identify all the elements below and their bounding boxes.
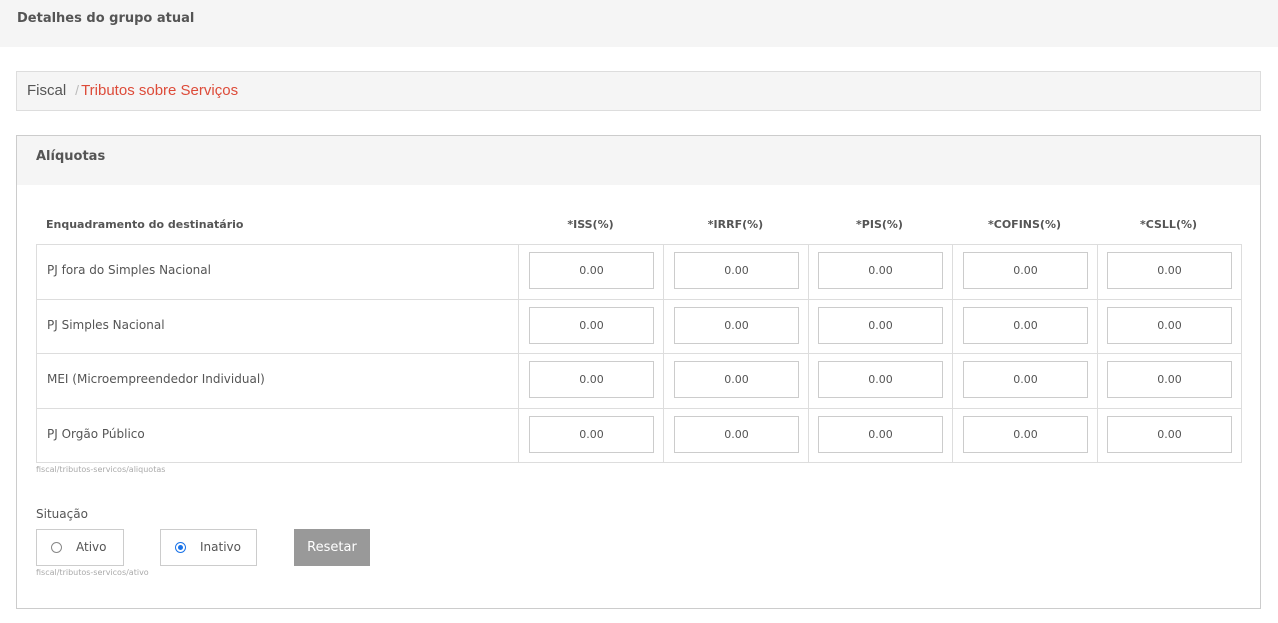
cell-cofins [953, 354, 1098, 409]
radio-checked-icon [175, 542, 186, 553]
cell-irrf [664, 408, 809, 463]
panel-heading: Alíquotas [17, 136, 1260, 185]
panel-title: Alíquotas [36, 149, 106, 164]
radio-inativo-label: Inativo [200, 540, 241, 554]
status-path-hint: fiscal/tributos-servicos/ativo [36, 568, 149, 577]
row-label-cell: PJ fora do Simples Nacional [37, 245, 519, 300]
table-row: PJ fora do Simples Nacional [37, 245, 1242, 300]
table-row: MEI (Microempreendedor Individual) [37, 354, 1242, 409]
breadcrumb: Fiscal / Tributos sobre Serviços [16, 71, 1261, 111]
cell-csll [1097, 299, 1242, 354]
column-header-pis: *PIS(%) [856, 218, 903, 231]
cell-cofins [953, 408, 1098, 463]
radio-ativo-label: Ativo [76, 540, 107, 554]
cofins-input[interactable] [963, 361, 1088, 398]
row-label-cell: MEI (Microempreendedor Individual) [37, 354, 519, 409]
pis-input[interactable] [818, 252, 943, 289]
cell-iss [519, 299, 664, 354]
table-row: PJ Orgão Público [37, 408, 1242, 463]
cell-iss [519, 354, 664, 409]
cell-pis [808, 299, 953, 354]
irrf-input[interactable] [674, 415, 799, 453]
page-title: Detalhes do grupo atual [17, 11, 195, 26]
cell-pis [808, 245, 953, 300]
breadcrumb-root[interactable]: Fiscal [27, 82, 66, 99]
table-row: PJ Simples Nacional [37, 299, 1242, 354]
cell-irrf [664, 245, 809, 300]
cell-pis [808, 408, 953, 463]
column-header-cofins: *COFINS(%) [988, 218, 1061, 231]
cell-csll [1097, 245, 1242, 300]
row-label: PJ Orgão Público [47, 426, 145, 441]
irrf-input[interactable] [674, 252, 799, 289]
pis-input[interactable] [818, 306, 943, 344]
iss-input[interactable] [529, 306, 654, 344]
cofins-input[interactable] [963, 252, 1088, 289]
cell-csll [1097, 408, 1242, 463]
row-label: PJ Simples Nacional [47, 317, 165, 332]
aliquotas-path-hint: fiscal/tributos-servicos/aliquotas [36, 465, 166, 474]
status-label: Situação [36, 507, 88, 521]
reset-button[interactable]: Resetar [294, 529, 370, 566]
cell-irrf [664, 354, 809, 409]
irrf-input[interactable] [674, 361, 799, 398]
radio-inativo[interactable]: Inativo [160, 529, 257, 566]
radio-unchecked-icon [51, 542, 62, 553]
iss-input[interactable] [529, 252, 654, 289]
breadcrumb-current: Tributos sobre Serviços [81, 82, 239, 99]
aliquotas-panel: Alíquotas Enquadramento do destinatário … [16, 135, 1261, 609]
column-header-enquadramento: Enquadramento do destinatário [46, 218, 244, 231]
column-header-csll: *CSLL(%) [1139, 218, 1198, 231]
pis-input[interactable] [818, 361, 943, 398]
page-header: Detalhes do grupo atual [0, 0, 1278, 47]
cell-pis [808, 354, 953, 409]
iss-input[interactable] [529, 415, 654, 453]
radio-ativo[interactable]: Ativo [36, 529, 124, 566]
row-label: MEI (Microempreendedor Individual) [47, 372, 265, 386]
csll-input[interactable] [1107, 361, 1232, 398]
csll-input[interactable] [1107, 415, 1232, 453]
breadcrumb-separator: / [75, 82, 80, 98]
irrf-input[interactable] [674, 306, 799, 344]
cell-csll [1097, 354, 1242, 409]
cell-iss [519, 245, 664, 300]
row-label: PJ fora do Simples Nacional [47, 263, 211, 277]
cell-cofins [953, 299, 1098, 354]
row-label-cell: PJ Orgão Público [37, 408, 519, 463]
cofins-input[interactable] [963, 306, 1088, 344]
csll-input[interactable] [1107, 252, 1232, 289]
cell-cofins [953, 245, 1098, 300]
csll-input[interactable] [1107, 306, 1232, 344]
cell-iss [519, 408, 664, 463]
cell-irrf [664, 299, 809, 354]
pis-input[interactable] [818, 415, 943, 453]
column-header-iss: *ISS(%) [567, 218, 614, 231]
cofins-input[interactable] [963, 415, 1088, 453]
column-header-irrf: *IRRF(%) [707, 218, 764, 231]
row-label-cell: PJ Simples Nacional [37, 299, 519, 354]
iss-input[interactable] [529, 361, 654, 398]
aliquotas-table: PJ fora do Simples Nacional PJ Simples N… [36, 244, 1242, 463]
